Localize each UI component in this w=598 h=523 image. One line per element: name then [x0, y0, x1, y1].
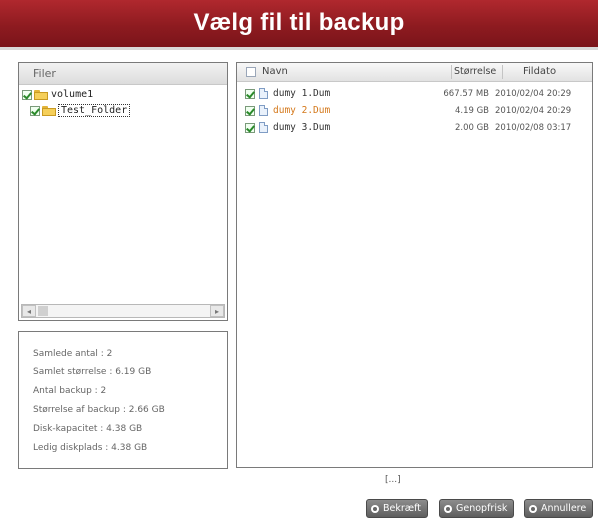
file-icon [259, 88, 268, 99]
scroll-left-icon[interactable]: ◂ [22, 305, 36, 317]
file-list-header: Navn Størrelse Fildato [237, 63, 592, 82]
file-name: dumy 2.Dum [273, 105, 331, 116]
file-name: dumy 3.Dum [273, 122, 331, 133]
file-name: dumy 1.Dum [273, 88, 331, 99]
select-all-checkbox[interactable] [246, 67, 256, 77]
bullet-icon [444, 504, 452, 513]
column-name[interactable]: Navn [262, 66, 288, 77]
refresh-button[interactable]: Genopfrisk [439, 499, 515, 518]
file-size: 4.19 GB [454, 105, 489, 116]
refresh-button-label: Genopfrisk [456, 503, 508, 514]
stat-backup-count: Antal backup : 2 [33, 386, 107, 396]
file-icon [259, 122, 268, 133]
checkbox[interactable] [245, 88, 255, 99]
checkbox[interactable] [245, 105, 255, 116]
column-size[interactable]: Størrelse [454, 66, 502, 77]
tree-node-volume1[interactable]: volume1 [22, 87, 93, 102]
tree-header: Filer [19, 63, 227, 85]
column-separator [451, 65, 452, 79]
pagination[interactable]: [...] [385, 475, 401, 485]
bullet-icon [371, 504, 379, 513]
file-row[interactable]: dumy 2.Dum 4.19 GB 2010/02/04 20:29 [245, 103, 590, 118]
tree-node-label: Test_Folder [58, 104, 131, 117]
file-date: 2010/02/08 03:17 [495, 122, 572, 133]
stat-disk-capacity: Disk-kapacitet : 4.38 GB [33, 424, 143, 434]
confirm-button-label: Bekræft [383, 503, 421, 514]
page-title: Vælg fil til backup [193, 9, 405, 36]
confirm-button[interactable]: Bekræft [366, 499, 428, 518]
scroll-thumb[interactable] [38, 306, 48, 316]
title-bar: Vælg fil til backup [0, 0, 598, 50]
file-size: 667.57 MB [443, 88, 489, 99]
bullet-icon [529, 504, 537, 513]
file-icon [259, 105, 268, 116]
file-list-panel: Navn Størrelse Fildato dumy 1.Dum 667.57… [236, 62, 593, 468]
file-date: 2010/02/04 20:29 [495, 105, 572, 116]
backup-summary-panel: Samlede antal : 2 Samlet størrelse : 6.1… [18, 331, 228, 469]
folder-icon [34, 89, 48, 100]
folder-tree-panel: Filer volume1 Test_Folder ◂ ▸ [18, 62, 228, 321]
file-date: 2010/02/04 20:29 [495, 88, 572, 99]
horizontal-scrollbar[interactable]: ◂ ▸ [21, 304, 225, 318]
stat-total-count: Samlede antal : 2 [33, 349, 113, 359]
checkbox[interactable] [30, 105, 40, 116]
file-row[interactable]: dumy 3.Dum 2.00 GB 2010/02/08 03:17 [245, 120, 590, 135]
checkbox[interactable] [22, 89, 32, 100]
checkbox[interactable] [245, 122, 255, 133]
file-size: 2.00 GB [454, 122, 489, 133]
folder-icon [42, 105, 56, 116]
file-row[interactable]: dumy 1.Dum 667.57 MB 2010/02/04 20:29 [245, 86, 590, 101]
column-date[interactable]: Fildato [523, 66, 556, 77]
cancel-button-label: Annullere [541, 503, 587, 514]
tree-node-label: volume1 [51, 89, 94, 100]
cancel-button[interactable]: Annullere [524, 499, 594, 518]
stat-total-size: Samlet størrelse : 6.19 GB [33, 367, 152, 377]
column-separator [502, 65, 503, 79]
scroll-right-icon[interactable]: ▸ [210, 305, 224, 317]
stat-backup-size: Størrelse af backup : 2.66 GB [33, 405, 165, 415]
stat-free-space: Ledig diskplads : 4.38 GB [33, 443, 148, 453]
tree-node-test-folder[interactable]: Test_Folder [30, 103, 131, 118]
